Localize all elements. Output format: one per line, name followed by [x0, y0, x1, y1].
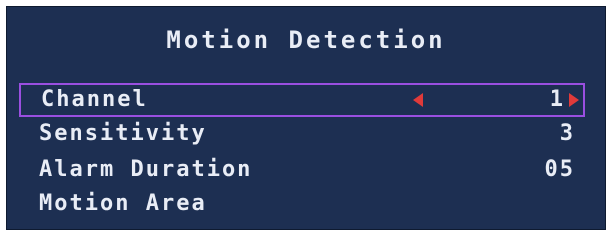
menu-item-motion-area[interactable]: Motion Area: [19, 189, 585, 223]
menu-item-label: Alarm Duration: [39, 157, 253, 182]
osd-menu-panel: Motion Detection Channel 1 Sensitivity 3…: [6, 6, 606, 230]
menu-item-sensitivity[interactable]: Sensitivity 3: [19, 119, 585, 153]
arrow-left-icon[interactable]: [413, 93, 423, 107]
menu-item-label: Motion Area: [39, 191, 207, 216]
menu-item-alarm-duration[interactable]: Alarm Duration 05: [19, 155, 585, 189]
menu-item-channel[interactable]: Channel 1: [19, 83, 585, 117]
menu-title: Motion Detection: [166, 26, 446, 54]
menu-item-label: Sensitivity: [39, 121, 207, 146]
menu-item-value: 1: [549, 87, 565, 112]
arrow-right-icon[interactable]: [569, 93, 579, 107]
menu-item-value: 3: [559, 121, 575, 146]
menu-item-label: Channel: [41, 87, 148, 112]
menu-item-value: 05: [544, 157, 575, 182]
